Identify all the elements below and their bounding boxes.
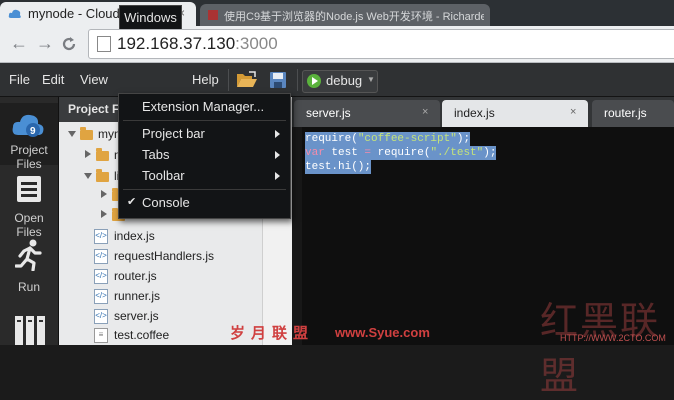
- toolbar-divider: [228, 69, 229, 91]
- open-folder-icon[interactable]: [236, 71, 258, 89]
- cloud9-favicon-icon: [8, 9, 21, 18]
- collapse-arrow-icon[interactable]: [101, 190, 107, 198]
- editor-tabs-bar: server.js × index.js × router.js: [292, 97, 674, 127]
- collapse-arrow-icon[interactable]: [101, 210, 107, 218]
- dock-open-files[interactable]: Open Files: [0, 171, 58, 239]
- folder-icon: [96, 148, 109, 161]
- debug-button[interactable]: debug ▼: [302, 70, 378, 93]
- site-favicon-icon: [208, 10, 218, 20]
- running-man-icon: [15, 239, 42, 271]
- menuitem-extension-manager[interactable]: Extension Manager...: [119, 97, 290, 117]
- file-list-icon: [17, 176, 41, 202]
- js-file-icon: </>: [94, 269, 108, 284]
- watermark-site: www.Syue.com: [335, 325, 430, 340]
- menu-view[interactable]: View: [80, 72, 108, 87]
- browser-tab-title: mynode - Cloud9: [28, 6, 127, 21]
- browser-tab-inactive[interactable]: 使用C9基于浏览器的Node.js Web开发环境 - Richardeeh的.…: [200, 4, 490, 26]
- text-file-icon: ≡: [94, 328, 108, 343]
- page-icon: [97, 36, 111, 52]
- menuitem-tabs[interactable]: Tabs: [119, 145, 290, 165]
- editor-tab-server-js[interactable]: server.js ×: [294, 100, 440, 127]
- tree-item-server-js[interactable]: server.js: [114, 309, 159, 323]
- back-arrow-icon[interactable]: ←: [10, 33, 28, 54]
- tree-item-requesthandlers-js[interactable]: requestHandlers.js: [114, 249, 214, 263]
- debug-label: debug: [326, 73, 363, 88]
- folder-icon: [80, 127, 93, 140]
- expand-arrow-icon[interactable]: [68, 131, 76, 137]
- tree-item-router-js[interactable]: router.js: [114, 269, 157, 283]
- code-line-2: var test = require("./test");: [305, 146, 497, 160]
- menu-help[interactable]: Help: [192, 72, 219, 87]
- editor-tab-index-js[interactable]: index.js ×: [442, 100, 588, 127]
- menuitem-toolbar[interactable]: Toolbar: [119, 166, 290, 186]
- close-icon[interactable]: ×: [422, 106, 428, 118]
- browser-toolbar: ← → 192.168.37.130:3000: [0, 26, 674, 63]
- browser-tab2-title: 使用C9基于浏览器的Node.js Web开发环境 - Richardeeh的.…: [224, 11, 484, 23]
- play-icon: [307, 74, 321, 88]
- js-file-icon: </>: [94, 229, 108, 244]
- menu-separator: [123, 189, 286, 190]
- dock-run-label: Run: [17, 280, 40, 294]
- js-file-icon: </>: [94, 309, 108, 324]
- menu-edit[interactable]: Edit: [42, 72, 64, 87]
- editor-gutter: [292, 127, 302, 345]
- tree-item-runner-js[interactable]: runner.js: [114, 289, 160, 303]
- dock-run[interactable]: Run: [0, 237, 58, 297]
- watermark-brand: 红黑联盟: [540, 299, 661, 398]
- editor-tab-router-js[interactable]: router.js: [592, 100, 674, 127]
- submenu-arrow-icon: [275, 151, 280, 159]
- submenu-arrow-icon: [275, 172, 280, 180]
- toolbar-divider: [297, 69, 298, 91]
- reload-icon[interactable]: [60, 35, 78, 53]
- watermark-url: HTTP://WWW.2CTO.COM: [560, 333, 666, 343]
- expand-arrow-icon[interactable]: [84, 173, 92, 179]
- dock-project-files[interactable]: 9 Project Files: [0, 103, 58, 171]
- svg-text:9: 9: [30, 126, 36, 137]
- save-icon[interactable]: [269, 71, 287, 89]
- code-line-3: test.hi();: [305, 160, 372, 174]
- tree-item-index-js[interactable]: index.js: [114, 229, 155, 243]
- menu-windows[interactable]: Windows: [119, 5, 182, 29]
- windows-dropdown-menu: Extension Manager... Project bar Tabs To…: [118, 93, 291, 219]
- dock-open-files-label: Open Files: [14, 211, 44, 239]
- watermark-cn: 岁月联盟: [230, 325, 315, 342]
- submenu-arrow-icon: [275, 130, 280, 138]
- tools-binders-icon[interactable]: [14, 315, 46, 345]
- left-dock: 9 Project Files Open Files Run: [0, 97, 59, 345]
- close-icon[interactable]: ×: [570, 106, 576, 118]
- menuitem-console[interactable]: ✔ Console: [119, 193, 290, 213]
- url-text: 192.168.37.130:3000: [117, 34, 278, 53]
- address-bar[interactable]: 192.168.37.130:3000: [88, 29, 674, 59]
- cloud9-logo-icon: 9: [12, 114, 44, 137]
- dock-project-label: Project Files: [10, 143, 48, 171]
- menu-separator: [123, 120, 286, 121]
- js-file-icon: </>: [94, 289, 108, 304]
- checkmark-icon: ✔: [127, 196, 137, 208]
- tree-item-test-coffee[interactable]: test.coffee: [114, 328, 169, 342]
- menuitem-project-bar[interactable]: Project bar: [119, 124, 290, 144]
- forward-arrow-icon[interactable]: →: [36, 33, 54, 54]
- folder-icon: [96, 169, 109, 182]
- chevron-down-icon[interactable]: ▼: [367, 75, 375, 84]
- collapse-arrow-icon[interactable]: [85, 150, 91, 158]
- menu-file[interactable]: File: [9, 72, 30, 87]
- js-file-icon: </>: [94, 249, 108, 264]
- code-line-1: require("coffee-script");: [305, 132, 471, 146]
